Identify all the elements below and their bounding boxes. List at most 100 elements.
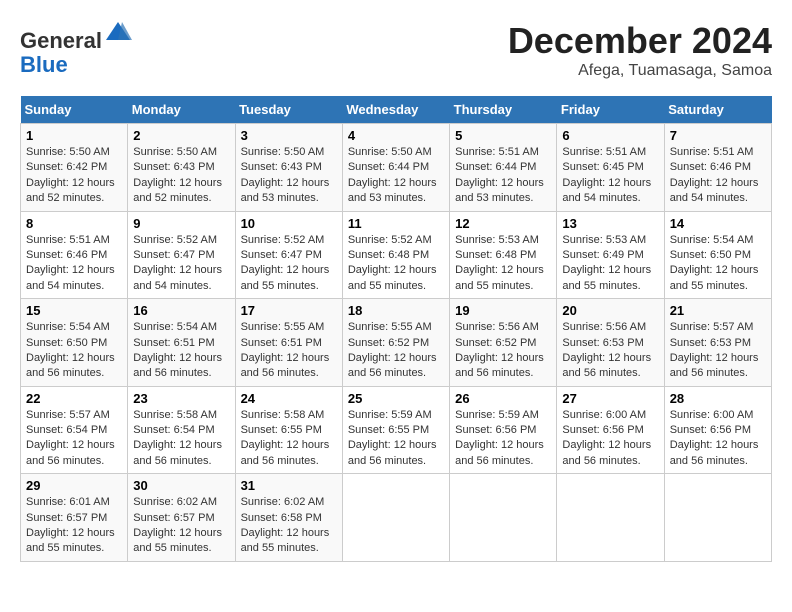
day-number: 30 — [133, 478, 229, 493]
day-info: Sunrise: 5:57 AM Sunset: 6:54 PM Dayligh… — [26, 408, 122, 470]
day-number: 7 — [670, 128, 766, 143]
day-info: Sunrise: 5:55 AM Sunset: 6:51 PM Dayligh… — [241, 320, 337, 382]
calendar-cell: 9 Sunrise: 5:52 AM Sunset: 6:47 PM Dayli… — [128, 211, 235, 299]
calendar-cell: 22 Sunrise: 5:57 AM Sunset: 6:54 PM Dayl… — [21, 386, 128, 474]
calendar-cell: 8 Sunrise: 5:51 AM Sunset: 6:46 PM Dayli… — [21, 211, 128, 299]
calendar-table: SundayMondayTuesdayWednesdayThursdayFrid… — [20, 96, 772, 562]
calendar-cell — [342, 474, 449, 562]
day-info: Sunrise: 6:00 AM Sunset: 6:56 PM Dayligh… — [562, 408, 658, 470]
calendar-week-row: 29 Sunrise: 6:01 AM Sunset: 6:57 PM Dayl… — [21, 474, 772, 562]
day-number: 19 — [455, 303, 551, 318]
day-info: Sunrise: 5:50 AM Sunset: 6:43 PM Dayligh… — [133, 145, 229, 207]
day-info: Sunrise: 5:56 AM Sunset: 6:53 PM Dayligh… — [562, 320, 658, 382]
calendar-cell: 5 Sunrise: 5:51 AM Sunset: 6:44 PM Dayli… — [450, 124, 557, 212]
calendar-cell: 30 Sunrise: 6:02 AM Sunset: 6:57 PM Dayl… — [128, 474, 235, 562]
page-header: General Blue December 2024 Afega, Tuamas… — [20, 20, 772, 80]
day-info: Sunrise: 5:52 AM Sunset: 6:47 PM Dayligh… — [133, 233, 229, 295]
day-number: 6 — [562, 128, 658, 143]
day-info: Sunrise: 6:01 AM Sunset: 6:57 PM Dayligh… — [26, 495, 122, 557]
day-number: 25 — [348, 391, 444, 406]
weekday-header: Wednesday — [342, 96, 449, 124]
calendar-cell: 19 Sunrise: 5:56 AM Sunset: 6:52 PM Dayl… — [450, 299, 557, 387]
day-number: 5 — [455, 128, 551, 143]
day-number: 31 — [241, 478, 337, 493]
calendar-cell: 18 Sunrise: 5:55 AM Sunset: 6:52 PM Dayl… — [342, 299, 449, 387]
calendar-cell: 13 Sunrise: 5:53 AM Sunset: 6:49 PM Dayl… — [557, 211, 664, 299]
day-info: Sunrise: 5:52 AM Sunset: 6:47 PM Dayligh… — [241, 233, 337, 295]
calendar-cell: 4 Sunrise: 5:50 AM Sunset: 6:44 PM Dayli… — [342, 124, 449, 212]
weekday-header: Thursday — [450, 96, 557, 124]
day-number: 3 — [241, 128, 337, 143]
calendar-week-row: 22 Sunrise: 5:57 AM Sunset: 6:54 PM Dayl… — [21, 386, 772, 474]
day-info: Sunrise: 6:00 AM Sunset: 6:56 PM Dayligh… — [670, 408, 766, 470]
calendar-cell: 20 Sunrise: 5:56 AM Sunset: 6:53 PM Dayl… — [557, 299, 664, 387]
day-number: 29 — [26, 478, 122, 493]
weekday-header: Sunday — [21, 96, 128, 124]
day-number: 26 — [455, 391, 551, 406]
calendar-cell: 23 Sunrise: 5:58 AM Sunset: 6:54 PM Dayl… — [128, 386, 235, 474]
calendar-cell — [450, 474, 557, 562]
day-info: Sunrise: 5:51 AM Sunset: 6:46 PM Dayligh… — [26, 233, 122, 295]
day-info: Sunrise: 5:59 AM Sunset: 6:56 PM Dayligh… — [455, 408, 551, 470]
calendar-cell: 21 Sunrise: 5:57 AM Sunset: 6:53 PM Dayl… — [664, 299, 771, 387]
day-number: 1 — [26, 128, 122, 143]
day-info: Sunrise: 5:51 AM Sunset: 6:46 PM Dayligh… — [670, 145, 766, 207]
day-info: Sunrise: 5:51 AM Sunset: 6:45 PM Dayligh… — [562, 145, 658, 207]
day-info: Sunrise: 5:58 AM Sunset: 6:55 PM Dayligh… — [241, 408, 337, 470]
day-info: Sunrise: 5:56 AM Sunset: 6:52 PM Dayligh… — [455, 320, 551, 382]
calendar-week-row: 1 Sunrise: 5:50 AM Sunset: 6:42 PM Dayli… — [21, 124, 772, 212]
calendar-cell — [664, 474, 771, 562]
location-title: Afega, Tuamasaga, Samoa — [508, 62, 772, 80]
calendar-cell: 25 Sunrise: 5:59 AM Sunset: 6:55 PM Dayl… — [342, 386, 449, 474]
day-info: Sunrise: 5:55 AM Sunset: 6:52 PM Dayligh… — [348, 320, 444, 382]
day-number: 4 — [348, 128, 444, 143]
day-info: Sunrise: 5:50 AM Sunset: 6:44 PM Dayligh… — [348, 145, 444, 207]
day-number: 14 — [670, 216, 766, 231]
day-number: 11 — [348, 216, 444, 231]
calendar-cell: 12 Sunrise: 5:53 AM Sunset: 6:48 PM Dayl… — [450, 211, 557, 299]
calendar-cell: 24 Sunrise: 5:58 AM Sunset: 6:55 PM Dayl… — [235, 386, 342, 474]
weekday-header: Tuesday — [235, 96, 342, 124]
weekday-header: Monday — [128, 96, 235, 124]
weekday-header: Friday — [557, 96, 664, 124]
day-number: 21 — [670, 303, 766, 318]
day-info: Sunrise: 5:54 AM Sunset: 6:50 PM Dayligh… — [26, 320, 122, 382]
weekday-header: Saturday — [664, 96, 771, 124]
calendar-cell: 26 Sunrise: 5:59 AM Sunset: 6:56 PM Dayl… — [450, 386, 557, 474]
day-number: 15 — [26, 303, 122, 318]
day-number: 27 — [562, 391, 658, 406]
calendar-cell: 15 Sunrise: 5:54 AM Sunset: 6:50 PM Dayl… — [21, 299, 128, 387]
calendar-week-row: 8 Sunrise: 5:51 AM Sunset: 6:46 PM Dayli… — [21, 211, 772, 299]
calendar-cell: 17 Sunrise: 5:55 AM Sunset: 6:51 PM Dayl… — [235, 299, 342, 387]
day-info: Sunrise: 5:52 AM Sunset: 6:48 PM Dayligh… — [348, 233, 444, 295]
calendar-cell: 16 Sunrise: 5:54 AM Sunset: 6:51 PM Dayl… — [128, 299, 235, 387]
weekday-header-row: SundayMondayTuesdayWednesdayThursdayFrid… — [21, 96, 772, 124]
logo-blue: Blue — [20, 52, 68, 77]
calendar-cell: 2 Sunrise: 5:50 AM Sunset: 6:43 PM Dayli… — [128, 124, 235, 212]
day-number: 2 — [133, 128, 229, 143]
calendar-cell — [557, 474, 664, 562]
calendar-week-row: 15 Sunrise: 5:54 AM Sunset: 6:50 PM Dayl… — [21, 299, 772, 387]
day-info: Sunrise: 5:53 AM Sunset: 6:49 PM Dayligh… — [562, 233, 658, 295]
calendar-cell: 11 Sunrise: 5:52 AM Sunset: 6:48 PM Dayl… — [342, 211, 449, 299]
day-number: 9 — [133, 216, 229, 231]
day-info: Sunrise: 5:50 AM Sunset: 6:43 PM Dayligh… — [241, 145, 337, 207]
day-info: Sunrise: 5:51 AM Sunset: 6:44 PM Dayligh… — [455, 145, 551, 207]
day-info: Sunrise: 5:54 AM Sunset: 6:50 PM Dayligh… — [670, 233, 766, 295]
calendar-cell: 1 Sunrise: 5:50 AM Sunset: 6:42 PM Dayli… — [21, 124, 128, 212]
day-info: Sunrise: 6:02 AM Sunset: 6:58 PM Dayligh… — [241, 495, 337, 557]
day-info: Sunrise: 5:59 AM Sunset: 6:55 PM Dayligh… — [348, 408, 444, 470]
day-info: Sunrise: 5:57 AM Sunset: 6:53 PM Dayligh… — [670, 320, 766, 382]
calendar-cell: 14 Sunrise: 5:54 AM Sunset: 6:50 PM Dayl… — [664, 211, 771, 299]
logo: General Blue — [20, 20, 132, 77]
day-info: Sunrise: 5:54 AM Sunset: 6:51 PM Dayligh… — [133, 320, 229, 382]
calendar-cell: 29 Sunrise: 6:01 AM Sunset: 6:57 PM Dayl… — [21, 474, 128, 562]
day-number: 18 — [348, 303, 444, 318]
calendar-cell: 10 Sunrise: 5:52 AM Sunset: 6:47 PM Dayl… — [235, 211, 342, 299]
day-number: 23 — [133, 391, 229, 406]
day-number: 24 — [241, 391, 337, 406]
calendar-cell: 28 Sunrise: 6:00 AM Sunset: 6:56 PM Dayl… — [664, 386, 771, 474]
logo-general: General — [20, 28, 102, 53]
calendar-cell: 27 Sunrise: 6:00 AM Sunset: 6:56 PM Dayl… — [557, 386, 664, 474]
day-number: 8 — [26, 216, 122, 231]
